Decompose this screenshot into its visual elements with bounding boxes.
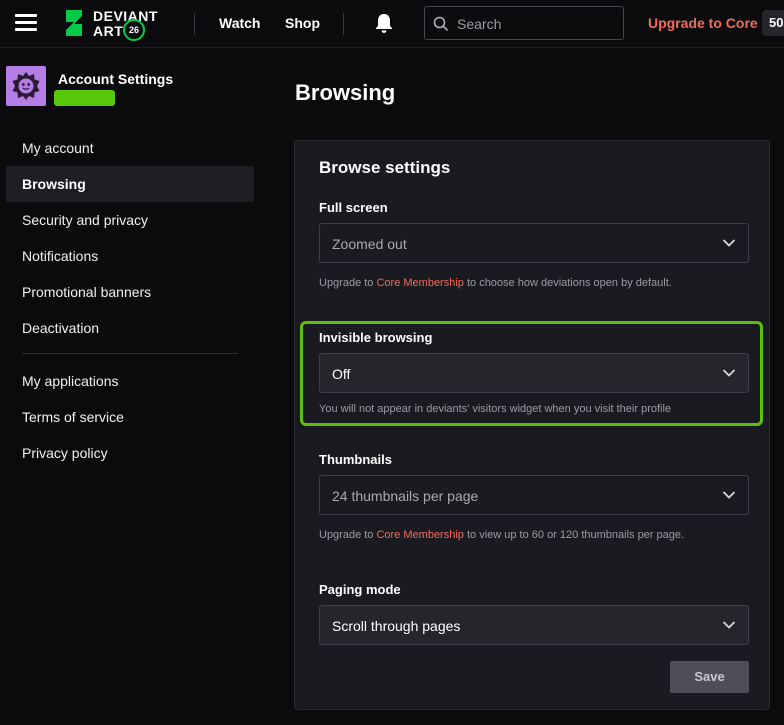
sidebar-item-promotional-banners[interactable]: Promotional banners — [6, 274, 254, 310]
thumbnails-select[interactable]: 24 thumbnails per page — [319, 475, 749, 515]
sidebar-item-terms-of-service[interactable]: Terms of service — [6, 399, 254, 435]
account-settings-title: Account Settings — [58, 71, 174, 87]
thumbnails-help: Upgrade to Core Membership to view up to… — [319, 529, 684, 541]
sidebar-item-notifications[interactable]: Notifications — [6, 238, 254, 274]
full-screen-value: Zoomed out — [332, 236, 407, 252]
chevron-down-icon — [722, 239, 736, 247]
full-screen-label: Full screen — [319, 200, 388, 215]
deviantart-logo[interactable]: DEVIANT ART 26 — [62, 8, 172, 41]
thumbnails-label: Thumbnails — [319, 452, 392, 467]
sidebar-item-deactivation[interactable]: Deactivation — [6, 310, 254, 346]
sidebar-item-privacy-policy[interactable]: Privacy policy — [6, 435, 254, 471]
account-settings-avatar — [6, 66, 46, 106]
page-title: Browsing — [295, 80, 396, 105]
header-divider — [194, 13, 195, 35]
paging-mode-value: Scroll through pages — [332, 618, 461, 634]
panel-title: Browse settings — [319, 158, 451, 177]
search-placeholder: Search — [457, 16, 502, 32]
full-screen-help: Upgrade to Core Membership to choose how… — [319, 277, 672, 289]
full-screen-select[interactable]: Zoomed out — [319, 223, 749, 263]
menu-icon[interactable] — [15, 14, 37, 32]
chevron-down-icon — [722, 369, 736, 377]
deviantart-glyph-icon — [66, 10, 82, 36]
invisible-browsing-help: You will not appear in deviants' visitor… — [319, 403, 672, 415]
chevron-down-icon — [722, 621, 736, 629]
search-input[interactable]: Search — [424, 6, 624, 40]
upgrade-to-core-link[interactable]: Upgrade to Core — [648, 15, 758, 31]
nav-watch-link[interactable]: Watch — [219, 15, 260, 31]
invisible-browsing-label: Invisible browsing — [319, 330, 433, 345]
chevron-down-icon — [722, 491, 736, 499]
search-icon — [433, 16, 449, 32]
notifications-bell-icon[interactable] — [373, 12, 395, 34]
paging-mode-label: Paging mode — [319, 582, 401, 597]
thumbnails-value: 24 thumbnails per page — [332, 488, 479, 504]
top-bar: DEVIANT ART 26 Watch Shop Search Upgrade… — [0, 0, 784, 48]
help-text: Upgrade to — [319, 529, 377, 541]
help-text: Upgrade to — [319, 277, 377, 289]
help-text: to choose how deviations open by default… — [463, 277, 672, 289]
sidebar-item-browsing[interactable]: Browsing — [6, 166, 254, 202]
header-divider — [343, 13, 344, 35]
logo-text-top: DEVIANT — [93, 8, 158, 24]
logo-text-bottom: ART — [93, 23, 124, 39]
sidebar-item-my-account[interactable]: My account — [6, 130, 254, 166]
help-text: to view up to 60 or 120 thumbnails per p… — [463, 529, 685, 541]
invisible-browsing-value: Off — [332, 366, 351, 382]
settings-gear-avatar-icon — [12, 72, 40, 100]
sidebar-item-my-applications[interactable]: My applications — [6, 363, 254, 399]
invisible-browsing-select[interactable]: Off — [319, 353, 749, 393]
points-badge[interactable]: 50 — [762, 10, 784, 36]
paging-mode-select[interactable]: Scroll through pages — [319, 605, 749, 645]
sidebar-divider — [22, 353, 238, 354]
core-membership-link[interactable]: Core Membership — [376, 277, 463, 289]
username-placeholder-bar — [54, 90, 115, 106]
save-button[interactable]: Save — [670, 661, 749, 693]
nav-shop-link[interactable]: Shop — [285, 15, 320, 31]
sidebar-item-security-and-privacy[interactable]: Security and privacy — [6, 202, 254, 238]
core-membership-link[interactable]: Core Membership — [376, 529, 463, 541]
logo-anniversary-badge: 26 — [123, 19, 145, 41]
